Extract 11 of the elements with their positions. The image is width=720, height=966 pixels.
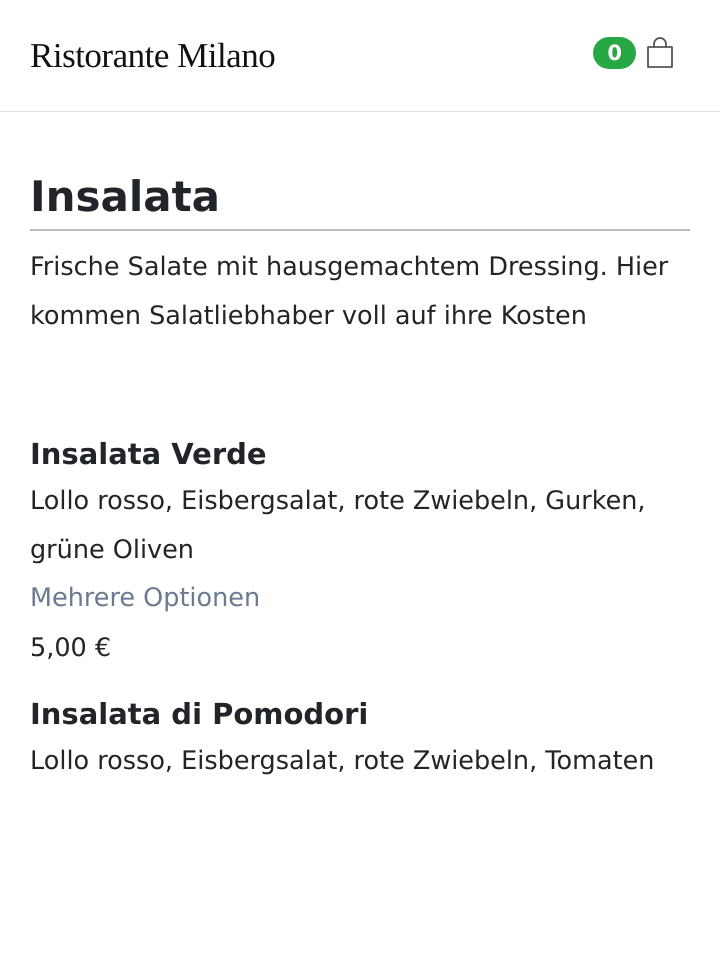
category-description: Frische Salate mit hausgemachtem Dressing. Hier kommen Salatliebhaber voll auf ihre Kosten: [30, 251, 670, 333]
dish-description: Lollo rosso, Eisbergsalat, rote Zwiebeln, Gurken, grüne Oliven: [30, 485, 647, 567]
options-link[interactable]: Mehrere Optionen: [30, 583, 260, 613]
restaurant-logo[interactable]: Ristorante Milano: [30, 36, 276, 76]
shopping-bag-icon[interactable]: [646, 36, 674, 68]
dish-price: 5,00 €: [30, 633, 112, 663]
cart-count: 0: [593, 36, 636, 68]
dish-name: Insalata Verde: [30, 437, 268, 471]
category-title: Insalata: [30, 172, 690, 231]
dish-description: Lollo rosso, Eisbergsalat, rote Zwiebeln, Tomaten: [30, 745, 656, 778]
dish-name: Insalata di Pomodori: [30, 697, 370, 731]
